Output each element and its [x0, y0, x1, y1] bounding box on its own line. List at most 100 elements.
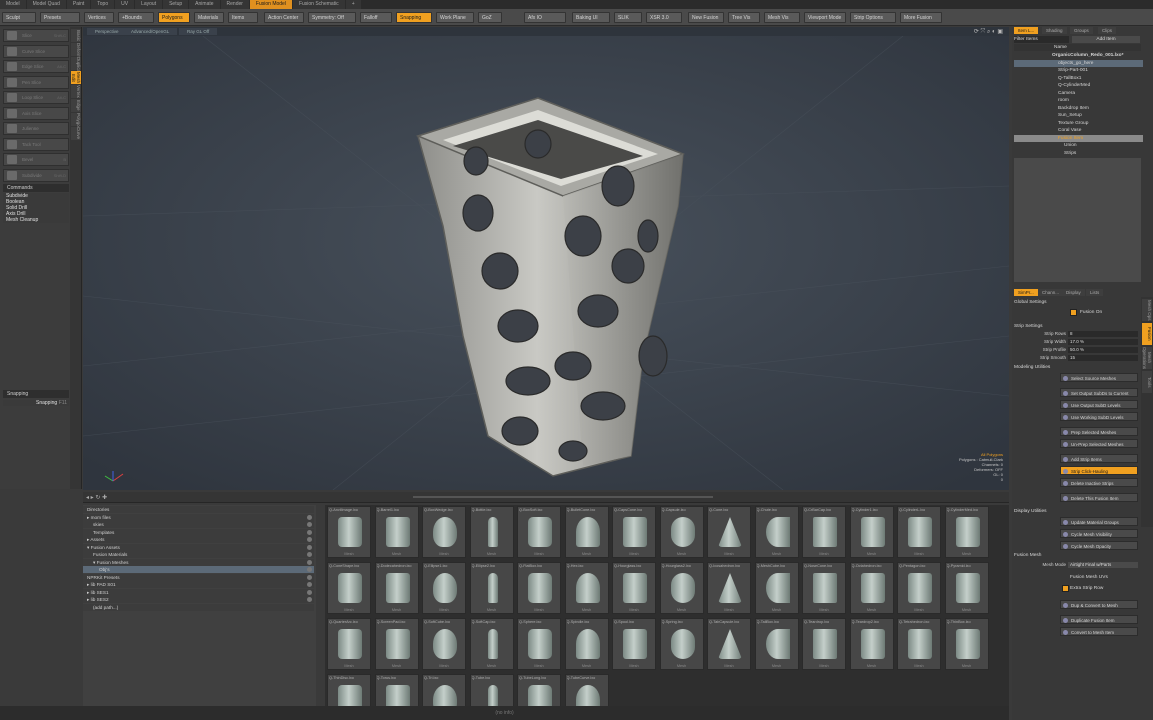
utility-button[interactable]: Delete This Fusion Item: [1060, 493, 1138, 502]
item-list-row[interactable]: Q-CylinderMed: [1014, 82, 1143, 89]
workspace-tab[interactable]: Model Quad: [26, 0, 66, 9]
toolbar-button[interactable]: Vertices: [84, 12, 114, 23]
toolbar-button[interactable]: Materials: [194, 12, 224, 23]
preset-thumbnail[interactable]: Q-BoxSoft.lxo Mesh: [517, 506, 561, 558]
remove-icon[interactable]: [307, 514, 312, 520]
workspace-tab[interactable]: Fusion Schematic: [292, 0, 345, 9]
remove-icon[interactable]: [307, 567, 312, 572]
palette-tab[interactable]: Polygon: [71, 113, 81, 129]
strip-field-value[interactable]: 15: [1068, 355, 1138, 361]
directory-item[interactable]: ▸ mom files: [83, 513, 314, 521]
thumb-size-slider[interactable]: [413, 496, 713, 498]
strip-field-value[interactable]: 8: [1068, 331, 1138, 337]
command-item[interactable]: Mesh Cleanup: [3, 217, 69, 223]
toolbar-button[interactable]: Presets: [40, 12, 80, 23]
preset-thumbnail[interactable]: Q-QuarterArc.lxo Mesh: [327, 618, 371, 670]
preset-thumbnail[interactable]: Q-Spring.lxo Mesh: [659, 618, 704, 670]
preset-thumbnail[interactable]: Q-MeshCube.lxo Mesh: [754, 562, 799, 614]
preset-thumbnail[interactable]: Q-SoftCube.lxo Mesh: [422, 618, 466, 670]
preset-thumbnail[interactable]: Q-Ellipse2.lxo Mesh: [469, 562, 514, 614]
utility-button[interactable]: Set Output SubDs to Current: [1060, 388, 1138, 397]
toolbar-button[interactable]: GoZ: [478, 12, 502, 23]
item-list-row[interactable]: Fusion Item: [1014, 134, 1143, 142]
tool-button[interactable]: Julienne: [3, 122, 69, 135]
remove-icon[interactable]: [307, 552, 312, 557]
workspace-tab[interactable]: Model: [0, 0, 26, 9]
fusion-mesh-button[interactable]: Dup & Convert to Mesh: [1060, 600, 1138, 609]
remove-icon[interactable]: [307, 574, 312, 580]
workspace-tab[interactable]: Render: [220, 0, 249, 9]
viewport-nav-icons[interactable]: ⟳ ⤧ ⌕ ◐ ▣: [974, 28, 1003, 36]
preset-thumbnail[interactable]: Q-TubeCurve.lxoMesh: [564, 674, 609, 706]
preset-thumbnail[interactable]: Q-AnvilImage.lxo Mesh: [327, 506, 371, 558]
tool-button[interactable]: Edge Slice Alt-C: [3, 60, 69, 73]
tool-button[interactable]: Axis Slice: [3, 106, 69, 120]
properties-tab[interactable]: Chann...: [1038, 289, 1064, 296]
utility-button[interactable]: Prep Selected Meshes: [1060, 427, 1138, 436]
utility-button[interactable]: Strip Click-Hauling: [1060, 466, 1138, 475]
preset-thumbnail[interactable]: Q-Bottle.lxo Mesh: [469, 506, 514, 558]
3d-viewport[interactable]: Perspective Advanced/OpenGL Ray GL Off ⟳…: [83, 27, 1009, 490]
preset-thumbnail[interactable]: Q-ScreenPad.lxo Mesh: [374, 618, 419, 670]
preset-thumbnail[interactable]: Q-FlatBox.lxo Mesh: [517, 562, 561, 614]
preset-thumbnail[interactable]: Q-Cylinder1.lxo Mesh: [849, 506, 894, 558]
filter-items-field[interactable]: Filter Items: [1014, 36, 1069, 43]
preset-thumbnail[interactable]: Q-Icosahedron.lxo Mesh: [707, 562, 751, 614]
preset-thumbnail[interactable]: Q-Cone.lxo Mesh: [707, 506, 751, 558]
toolbar-button[interactable]: Mesh Vis: [764, 12, 800, 23]
display-button[interactable]: Cycle Mesh Opacity: [1060, 541, 1138, 550]
preset-thumbnail[interactable]: Q-Torus.lxoMesh: [374, 674, 419, 706]
tool-button[interactable]: Curve Slice: [3, 44, 69, 58]
toolbar-button[interactable]: Tree Vis: [728, 12, 760, 23]
toolbar-button[interactable]: Sculpt: [2, 12, 36, 23]
tool-button[interactable]: Tack Tool: [3, 137, 69, 151]
utility-button[interactable]: Delete Inactive Strips: [1060, 478, 1138, 487]
item-list-row[interactable]: Sun_Setup: [1014, 112, 1143, 119]
preset-thumbnail[interactable]: Q-Dodecahedron.lxo Mesh: [374, 562, 419, 614]
directory-item[interactable]: ▸ lib SES1: [83, 588, 314, 596]
toolbar-button[interactable]: +Bounds: [118, 12, 154, 23]
directory-item[interactable]: NPRKit Presets: [83, 573, 314, 581]
preset-thumbnail[interactable]: Q-Spool.lxo Mesh: [612, 618, 656, 670]
item-list-row[interactable]: OrganicColumn_Redo_001.lxo*: [1014, 52, 1143, 59]
directory-item[interactable]: ▸ Assets: [83, 536, 314, 543]
right-vertical-tab[interactable]: Tools: [1142, 371, 1152, 393]
properties-tab[interactable]: SimPr...: [1014, 289, 1038, 296]
toolbar-button[interactable]: Action Center: [264, 12, 304, 23]
viewport-tab-perspective[interactable]: Perspective: [87, 28, 127, 35]
display-button[interactable]: Update Material Groups: [1060, 517, 1138, 526]
toolbar-button[interactable]: Falloff: [360, 12, 392, 23]
preset-thumbnail[interactable]: Q-TallBox.lxo Mesh: [754, 618, 799, 670]
item-list-tab[interactable]: Clips: [1098, 27, 1117, 34]
toolbar-button[interactable]: Baking UI: [572, 12, 610, 23]
item-list-row[interactable]: Strips: [1014, 150, 1143, 157]
extra-strip-row-checkbox[interactable]: [1062, 585, 1069, 592]
palette-tab[interactable]: Edge: [71, 99, 81, 112]
preset-thumbnail[interactable]: Q-Ellipse1.lxo Mesh: [422, 562, 466, 614]
directory-item[interactable]: Directories: [83, 506, 314, 513]
preset-thumbnail[interactable]: Q-ConeShape.lxo Mesh: [327, 562, 371, 614]
remove-icon[interactable]: [307, 559, 312, 565]
preset-thumbnail[interactable]: Q-Octahedron.lxo Mesh: [849, 562, 894, 614]
viewport-tab-raygl[interactable]: Ray GL Off: [179, 28, 218, 35]
preset-thumbnail[interactable]: Q-Pentagon.lxo Mesh: [897, 562, 941, 614]
item-list-tab[interactable]: Item L...: [1014, 27, 1039, 34]
palette-tab[interactable]: Deform: [71, 43, 81, 58]
fusion-mesh-uvs[interactable]: Fusion Mesh UVs: [1070, 574, 1140, 581]
preset-thumbnail[interactable]: Q-ThinDisc.lxoMesh: [327, 674, 371, 706]
item-list-row[interactable]: room: [1014, 97, 1143, 104]
preset-thumbnail[interactable]: Q-TabCapsule.lxo Mesh: [707, 618, 751, 670]
toolbar-button[interactable]: Work Plane: [436, 12, 474, 23]
strip-field-value[interactable]: 17.0 %: [1068, 339, 1138, 345]
toolbar-button[interactable]: Afx IO: [524, 12, 566, 23]
remove-icon[interactable]: [307, 582, 312, 587]
preset-thumbnail[interactable]: Q-Spindle.lxo Mesh: [564, 618, 609, 670]
viewport-tab-shading[interactable]: Advanced/OpenGL: [123, 28, 178, 35]
toolbar-button[interactable]: SLIK: [614, 12, 642, 23]
preset-thumbnail[interactable]: Q-CapsCone.lxo Mesh: [612, 506, 656, 558]
workspace-tab[interactable]: Layout: [135, 0, 163, 9]
directory-item[interactable]: (add path...): [83, 603, 314, 611]
preset-thumbnail[interactable]: Q-NoseCone.lxo Mesh: [802, 562, 846, 614]
remove-icon[interactable]: [307, 522, 312, 527]
palette-tab[interactable]: Basic: [71, 29, 81, 42]
